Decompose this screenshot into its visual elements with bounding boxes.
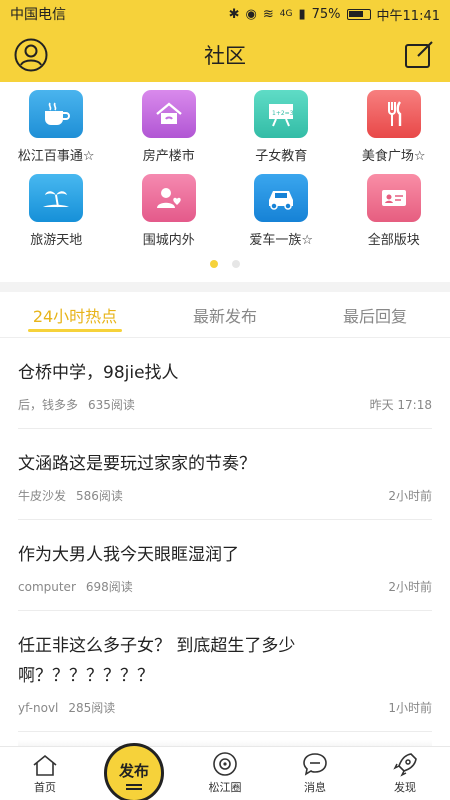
post-reads: 698阅读	[85, 580, 133, 594]
tab-circle[interactable]: 松江圈	[180, 747, 270, 800]
svg-text:1+2=3: 1+2=3	[272, 110, 294, 117]
message-icon	[303, 753, 327, 776]
post-meta: 牛皮沙发 586阅读 2小时前	[18, 487, 432, 519]
car-icon	[254, 174, 309, 222]
rocket-icon	[393, 753, 417, 777]
category-all[interactable]: 全部版块	[338, 174, 450, 258]
category-label: 全部版块	[367, 233, 420, 248]
carrier: 中国电信	[10, 7, 66, 23]
page-indicator	[0, 260, 450, 268]
post-meta: yf-novl 285阅读 1小时前	[18, 699, 432, 731]
post-time: 2小时前	[388, 580, 432, 594]
category-cars[interactable]: 爱车一族☆	[225, 174, 338, 258]
circle-icon	[213, 752, 237, 776]
category-real-estate[interactable]: 房产楼市	[113, 90, 226, 174]
post-author: 牛皮沙发	[18, 489, 67, 503]
page-title: 社区	[204, 44, 246, 68]
category-label: 爱车一族☆	[249, 233, 314, 248]
battery-percent: 75%	[311, 6, 341, 22]
post-time: 昨天 17:18	[369, 398, 432, 412]
post-title: 文涵路这是要玩过家家的节奏？	[18, 454, 256, 474]
category-songjiang[interactable]: 松江百事通☆	[0, 90, 113, 174]
top-nav: 社区	[0, 28, 450, 82]
tab-discover-label: 发现	[394, 781, 416, 794]
post-item[interactable]: 文涵路这是要玩过家家的节奏？ 牛皮沙发 586阅读 2小时前	[18, 429, 432, 520]
person-heart-icon	[141, 174, 196, 222]
post-reads: 285阅读	[68, 701, 116, 715]
eye-icon: ◉	[245, 6, 257, 22]
section-divider	[0, 282, 450, 292]
category-label: 美食广场☆	[361, 149, 426, 164]
post-title: 仓桥中学，98jie找人	[18, 363, 179, 383]
post-item[interactable]: 作为大男人我今天眼眶湿润了 computer 698阅读 2小时前	[18, 520, 432, 611]
category-label: 旅游天地	[30, 233, 83, 248]
tab-messages[interactable]: 消息	[270, 747, 360, 800]
post-title: 作为大男人我今天眼眶湿润了	[18, 545, 239, 565]
tab-circle-label: 松江圈	[208, 781, 242, 794]
page-dot	[232, 260, 240, 268]
wifi-icon: ≋	[262, 6, 274, 22]
category-label: 围城内外	[142, 233, 195, 248]
category-food[interactable]: 美食广场☆	[338, 90, 450, 174]
page-dot-active	[210, 260, 218, 268]
post-time: 2小时前	[388, 489, 432, 503]
network-type: 4G	[279, 9, 293, 19]
signal-icon: ▮	[298, 6, 306, 22]
tab-home-label: 首页	[34, 781, 56, 794]
post-author: computer	[18, 580, 76, 594]
post-item[interactable]: 任正非这么多子女？ 到底超生了多少啊？？？？？？？ yf-novl 285阅读 1…	[18, 611, 432, 732]
tab-discover[interactable]: 发现	[360, 747, 450, 800]
publish-lines-icon	[126, 784, 142, 786]
post-meta: 后，钱多多 635阅读 昨天 17:18	[18, 396, 432, 428]
category-label: 子女教育	[255, 149, 308, 164]
publish-button[interactable]: 发布	[104, 743, 164, 800]
bluetooth-icon: ✱	[228, 6, 240, 22]
status-bar: 中国电信 ✱ ◉ ≋ 4G ▮ 75% 中午11:41	[0, 0, 450, 28]
post-item[interactable]: 仓桥中学，98jie找人 后，钱多多 635阅读 昨天 17:18	[18, 338, 432, 429]
coffee-icon	[29, 90, 84, 138]
category-label: 松江百事通☆	[17, 149, 95, 164]
tab-last-reply[interactable]: 最后回复	[300, 292, 450, 337]
tab-home[interactable]: 首页	[0, 747, 90, 800]
island-icon	[29, 174, 84, 222]
user-icon[interactable]	[14, 38, 48, 72]
status-indicators: ✱ ◉ ≋ 4G ▮ 75% 中午11:41	[229, 5, 440, 24]
category-education[interactable]: 1+2=3 子女教育	[225, 90, 338, 174]
home-icon	[33, 754, 57, 776]
post-time: 1小时前	[388, 701, 432, 715]
publish-label: 发布	[118, 762, 149, 780]
clock: 中午11:41	[376, 8, 440, 24]
post-author: yf-novl	[18, 701, 59, 715]
blackboard-icon: 1+2=3	[254, 90, 309, 138]
post-meta: computer 698阅读 2小时前	[18, 578, 432, 610]
post-reads: 635阅读	[88, 398, 135, 412]
house-icon	[141, 90, 196, 138]
category-grid: 松江百事通☆ 房产楼市 1+2=3 子女教育 美食广场☆ 旅游天地 围城内外 爱…	[0, 82, 450, 282]
tab-latest[interactable]: 最新发布	[150, 292, 300, 337]
post-tabs: 24小时热点 最新发布 最后回复	[0, 292, 450, 338]
card-icon	[366, 174, 421, 222]
battery-icon	[346, 8, 371, 20]
edit-icon[interactable]	[404, 40, 434, 70]
tab-messages-label: 消息	[304, 781, 326, 794]
category-label: 房产楼市	[142, 149, 195, 164]
post-title: 任正非这么多子女？ 到底超生了多少啊？？？？？？？	[18, 636, 296, 686]
bottom-tab-bar: 首页 松江圈 消息 发现	[0, 746, 450, 800]
category-travel[interactable]: 旅游天地	[0, 174, 113, 258]
cutlery-icon	[366, 90, 421, 138]
post-author: 后，钱多多	[18, 398, 79, 412]
tab-hot-24h[interactable]: 24小时热点	[0, 292, 150, 337]
post-reads: 586阅读	[76, 489, 123, 503]
post-list: 仓桥中学，98jie找人 后，钱多多 635阅读 昨天 17:18 文涵路这是要玩…	[0, 338, 450, 732]
category-relationships[interactable]: 围城内外	[113, 174, 226, 258]
